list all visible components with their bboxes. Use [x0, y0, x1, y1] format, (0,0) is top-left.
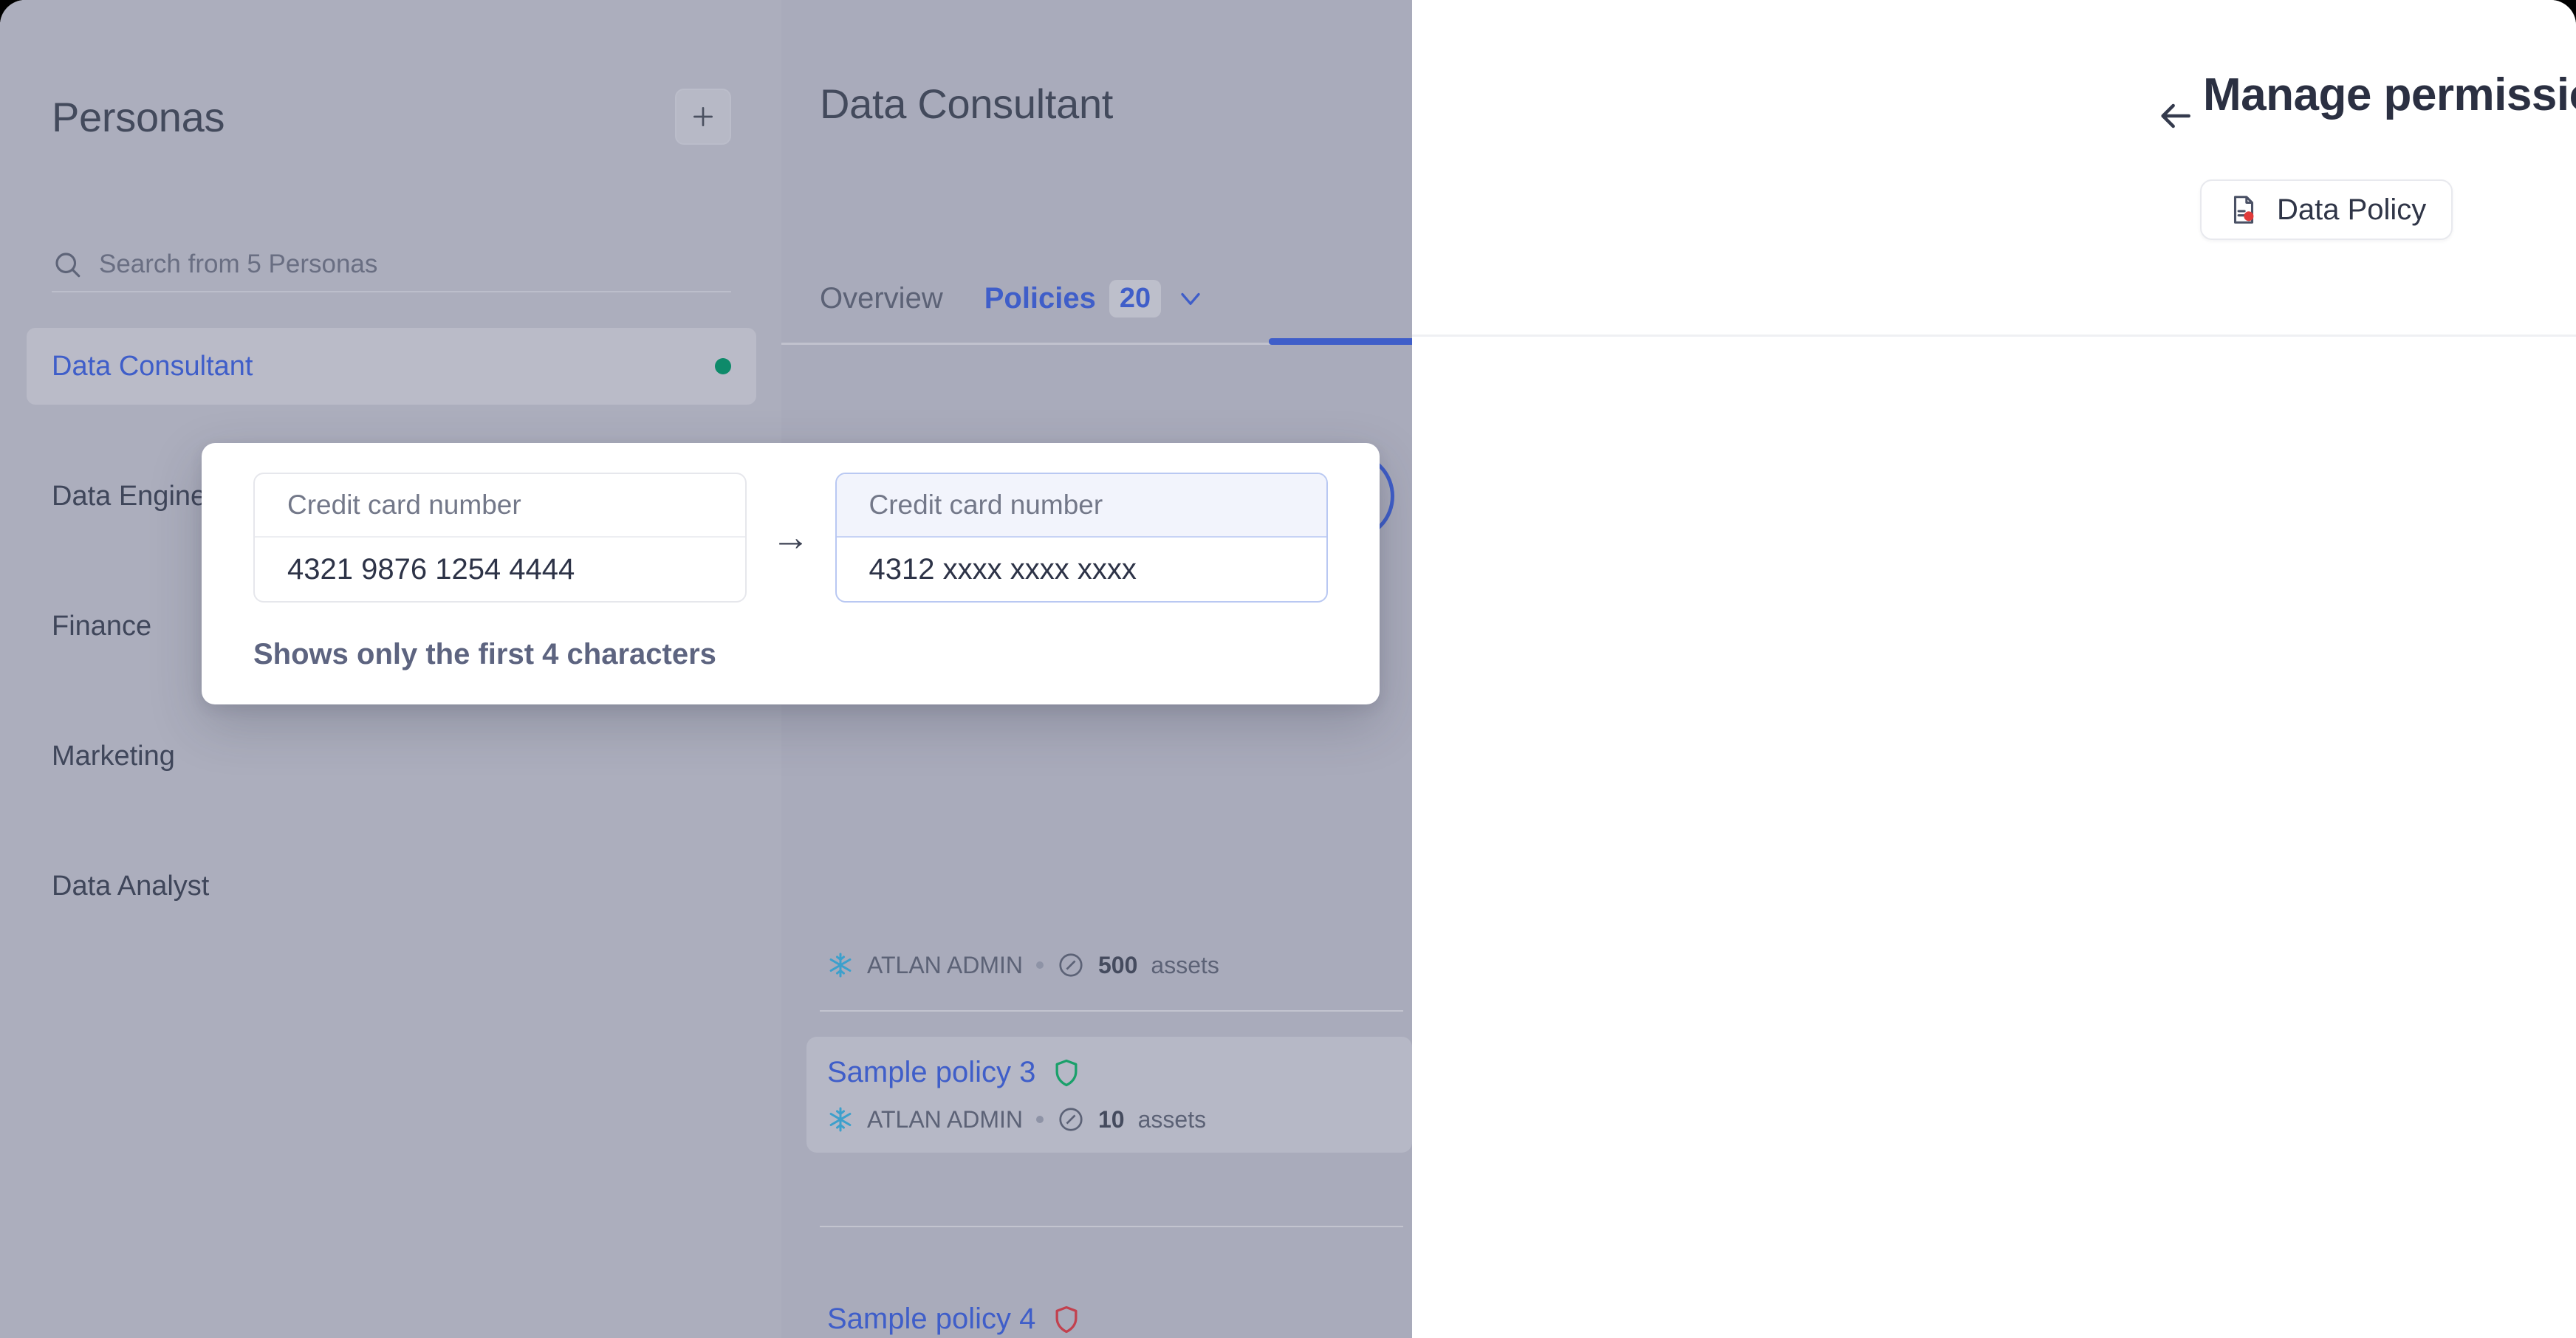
persona-label: Data Consultant — [52, 350, 253, 382]
table-row[interactable]: Sample policy 4 — [806, 1283, 1412, 1338]
shield-icon — [1055, 1306, 1078, 1333]
personas-search-field[interactable]: Search from 5 Personas — [52, 238, 731, 292]
masking-preview-row: Credit card number 4321 9876 1254 4444 →… — [253, 473, 1328, 603]
policy-meta: ATLAN ADMIN 10 assets — [827, 1105, 1391, 1133]
page-title: Manage permissions — [2203, 69, 2576, 120]
status-dot-icon — [715, 358, 731, 374]
policy-asset-count: 10 — [1098, 1105, 1125, 1133]
preview-original-column-label: Credit card number — [255, 474, 745, 538]
tab-overview[interactable]: Overview — [820, 282, 943, 315]
preview-masked-value: 4312 xxxx xxxx xxxx — [869, 552, 1137, 586]
masking-preview-tooltip: Credit card number 4321 9876 1254 4444 →… — [202, 443, 1380, 704]
sidebar-item-marketing[interactable]: Marketing — [27, 718, 756, 795]
arrow-right-icon: → — [771, 516, 810, 559]
search-icon — [55, 253, 80, 278]
plus-icon — [693, 107, 713, 126]
table-row[interactable]: Sample policy 3 ATLAN ADMIN 10 assets — [806, 1037, 1412, 1153]
table-row[interactable]: ATLAN ADMIN 500 assets — [806, 916, 1412, 998]
shield-icon — [1055, 1059, 1078, 1086]
sidebar-item-data-consultant[interactable]: Data Consultant — [27, 328, 756, 405]
policy-name-label: Sample policy 4 — [827, 1303, 1036, 1335]
policy-list-divider — [820, 1226, 1403, 1227]
preview-original-card: Credit card number 4321 9876 1254 4444 — [253, 473, 747, 603]
compass-icon — [1059, 953, 1083, 977]
back-button[interactable] — [2153, 94, 2197, 138]
search-input-placeholder: Search from 5 Personas — [99, 250, 378, 278]
tab-label: Policies — [984, 281, 1096, 315]
meta-separator-icon — [1036, 1116, 1044, 1123]
tab-policies[interactable]: Policies 20 — [984, 279, 1207, 318]
policy-name[interactable]: Sample policy 3 — [827, 1056, 1391, 1089]
policy-name[interactable]: Sample policy 4 — [827, 1303, 1391, 1336]
preview-original-value: 4321 9876 1254 4444 — [287, 552, 575, 586]
manage-permissions-drawer: Manage permissions Data Policy Masking S… — [1412, 0, 2576, 1338]
add-persona-button[interactable] — [675, 89, 731, 145]
persona-label: Finance — [52, 610, 152, 642]
tab-active-underline — [1269, 338, 1412, 345]
policy-meta: ATLAN ADMIN 500 assets — [827, 951, 1391, 979]
detail-tabs: Overview Policies 20 — [820, 260, 1207, 337]
persona-label: Marketing — [52, 740, 175, 772]
preview-note: Shows only the first 4 characters — [253, 638, 716, 670]
policy-name-label: Sample policy 3 — [827, 1056, 1036, 1088]
snowflake-icon — [829, 953, 852, 978]
policy-owner: ATLAN ADMIN — [867, 951, 1023, 978]
policy-owner: ATLAN ADMIN — [867, 1105, 1023, 1133]
policy-asset-suffix: assets — [1151, 951, 1219, 978]
tab-policies-count: 20 — [1109, 279, 1162, 318]
personas-header: Personas — [52, 81, 731, 152]
policy-list-divider — [820, 1010, 1403, 1012]
preview-masked-column-label: Credit card number — [836, 474, 1326, 538]
persona-label: Data Analyst — [52, 870, 210, 902]
tab-label: Overview — [820, 281, 943, 315]
policy-type-label: Data Policy — [2277, 193, 2427, 226]
policy-asset-suffix: assets — [1137, 1105, 1207, 1133]
compass-icon — [1059, 1108, 1083, 1131]
drawer-header: Manage permissions Data Policy — [1412, 0, 2576, 337]
app-root: Personas Search from 5 Personas Data Con… — [0, 0, 2576, 1338]
arrow-left-icon — [2161, 103, 2190, 128]
chevron-down-icon[interactable] — [1174, 282, 1207, 315]
data-policy-document-icon — [2233, 196, 2254, 224]
meta-separator-icon — [1036, 961, 1044, 969]
persona-detail-title: Data Consultant — [820, 80, 1114, 127]
snowflake-icon — [829, 1107, 852, 1132]
policy-asset-count: 500 — [1098, 951, 1138, 978]
page-title: Personas — [52, 93, 225, 140]
sidebar-item-data-analyst[interactable]: Data Analyst — [27, 848, 756, 924]
preview-masked-card: Credit card number 4312 xxxx xxxx xxxx — [835, 473, 1328, 603]
policy-type-chip[interactable]: Data Policy — [2200, 179, 2453, 240]
